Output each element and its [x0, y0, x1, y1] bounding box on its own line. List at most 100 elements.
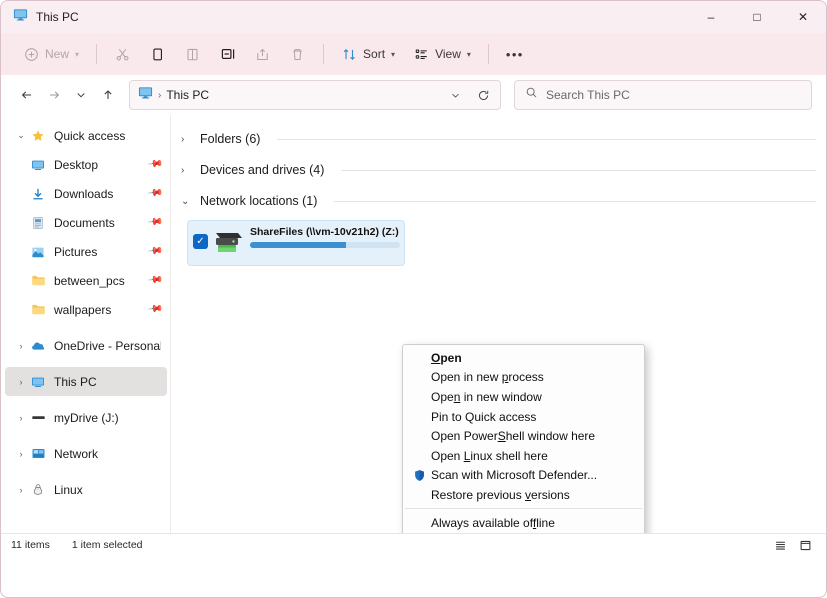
- network-drive-tile[interactable]: ✓ ShareFiles (\\vm-10v21h2) (Z:): [187, 220, 405, 266]
- address-bar-actions: [442, 82, 496, 108]
- search-input[interactable]: [546, 88, 801, 102]
- group-rule: [277, 138, 816, 140]
- paste-icon: [184, 46, 201, 63]
- refresh-button[interactable]: [470, 82, 496, 108]
- chevron-down-icon: ▾: [391, 49, 396, 59]
- group-header-network-locations[interactable]: ⌄ Network locations (1): [181, 188, 816, 214]
- sidebar-item-onedrive[interactable]: › OneDrive - Personal: [5, 331, 167, 360]
- linux-penguin-icon: [29, 483, 47, 497]
- menu-item-label: Open: [431, 350, 462, 365]
- forward-button[interactable]: [42, 81, 67, 109]
- group-header-devices-and-drives[interactable]: › Devices and drives (4): [181, 157, 816, 183]
- sidebar-item-pictures[interactable]: Pictures 📌: [5, 237, 167, 266]
- chevron-right-icon[interactable]: ›: [13, 485, 29, 495]
- new-button[interactable]: New ▾: [15, 39, 87, 69]
- sidebar-item-label: Quick access: [54, 128, 126, 143]
- group-label: Network locations (1): [200, 194, 318, 208]
- chevron-down-icon[interactable]: ⌄: [181, 196, 193, 207]
- copy-button[interactable]: [141, 39, 174, 69]
- group-label: Folders (6): [200, 132, 261, 146]
- maximize-button[interactable]: □: [734, 1, 780, 33]
- network-drive-icon: [212, 231, 244, 258]
- chevron-right-icon[interactable]: ›: [181, 134, 193, 145]
- paste-button[interactable]: [176, 39, 209, 69]
- menu-item-open-linux-shell-here[interactable]: Open Linux shell here: [403, 446, 644, 466]
- chevron-down-icon[interactable]: ⌄: [13, 130, 29, 141]
- address-bar-row: › This PC: [1, 75, 826, 115]
- title-bar-left: This PC: [1, 7, 79, 27]
- sidebar-item-desktop[interactable]: Desktop 📌: [5, 150, 167, 179]
- documents-icon: [29, 216, 47, 230]
- breadcrumb[interactable]: This PC: [166, 88, 209, 102]
- delete-button[interactable]: [281, 39, 314, 69]
- group-header-folders[interactable]: › Folders (6): [181, 126, 816, 152]
- menu-item-label: Open in new window: [431, 389, 542, 404]
- delete-trash-icon: [289, 46, 306, 63]
- see-more-button[interactable]: •••: [498, 39, 532, 69]
- onedrive-cloud-icon: [29, 338, 47, 353]
- menu-item-open-in-new-window[interactable]: Open in new window: [403, 387, 644, 407]
- address-dropdown-button[interactable]: [442, 82, 468, 108]
- capacity-bar: [250, 242, 400, 248]
- sidebar-item-downloads[interactable]: Downloads 📌: [5, 179, 167, 208]
- menu-item-open[interactable]: Open: [403, 348, 644, 368]
- recent-locations-button[interactable]: [69, 81, 94, 109]
- sidebar-item-between-pcs[interactable]: between_pcs 📌: [5, 266, 167, 295]
- folder-icon: [29, 302, 47, 317]
- share-button[interactable]: [246, 39, 279, 69]
- tile-checkbox[interactable]: ✓: [193, 234, 208, 249]
- sidebar-item-documents[interactable]: Documents 📌: [5, 208, 167, 237]
- see-more-icon: •••: [505, 46, 524, 62]
- sidebar-item-this-pc[interactable]: › This PC: [5, 367, 167, 396]
- large-icons-view-icon[interactable]: [794, 536, 816, 554]
- tile-info: ShareFiles (\\vm-10v21h2) (Z:): [250, 225, 400, 261]
- group-label: Devices and drives (4): [200, 163, 325, 177]
- sidebar-item-label: Pictures: [54, 244, 98, 259]
- sidebar-item-quick-access[interactable]: ⌄ Quick access: [5, 121, 167, 150]
- title-bar: This PC – □ ✕: [1, 1, 826, 33]
- chevron-down-icon: ▾: [75, 49, 80, 59]
- chevron-right-icon[interactable]: ›: [13, 341, 29, 351]
- chevron-right-icon[interactable]: ›: [13, 377, 29, 387]
- menu-item-scan-with-microsoft-defender[interactable]: Scan with Microsoft Defender...: [403, 466, 644, 486]
- menu-item-open-in-new-process[interactable]: Open in new process: [403, 368, 644, 388]
- menu-item-always-available-offline[interactable]: Always available offline: [403, 513, 644, 533]
- menu-item-label: Pin to Quick access: [431, 409, 537, 424]
- chevron-right-icon[interactable]: ›: [181, 165, 193, 176]
- menu-item-pin-to-start[interactable]: Pin to Start: [403, 532, 644, 533]
- details-view-icon[interactable]: [769, 536, 791, 554]
- sort-button[interactable]: Sort ▾: [333, 39, 403, 69]
- close-button[interactable]: ✕: [780, 1, 826, 33]
- menu-item-restore-previous-versions[interactable]: Restore previous versions: [403, 485, 644, 505]
- menu-item-open-powershell-window-here[interactable]: Open PowerShell window here: [403, 426, 644, 446]
- sort-icon: [341, 46, 358, 63]
- sidebar-item-network[interactable]: › Network: [5, 439, 167, 468]
- minimize-button[interactable]: –: [688, 1, 734, 33]
- network-icon: [29, 446, 47, 461]
- capacity-bar-fill: [250, 242, 346, 248]
- downloads-icon: [29, 187, 47, 201]
- search-box[interactable]: [514, 80, 812, 110]
- menu-item-pin-to-quick-access[interactable]: Pin to Quick access: [403, 407, 644, 427]
- back-button[interactable]: [15, 81, 40, 109]
- pin-icon: 📌: [146, 301, 164, 318]
- group-rule: [334, 200, 816, 202]
- view-button[interactable]: View ▾: [405, 39, 479, 69]
- command-toolbar: New ▾ Sort ▾ View ▾ •••: [1, 33, 826, 75]
- this-pc-monitor-icon: [138, 85, 153, 105]
- up-button[interactable]: [95, 81, 120, 109]
- sidebar-item-mydrive[interactable]: › myDrive (J:): [5, 403, 167, 432]
- sidebar-item-wallpapers[interactable]: wallpapers 📌: [5, 295, 167, 324]
- sidebar-item-linux[interactable]: › Linux: [5, 475, 167, 504]
- sidebar-item-label: Linux: [54, 482, 83, 497]
- cut-button[interactable]: [106, 39, 139, 69]
- chevron-right-icon[interactable]: ›: [13, 449, 29, 459]
- search-icon: [525, 86, 538, 104]
- address-bar[interactable]: › This PC: [129, 80, 501, 110]
- view-list-icon: [413, 46, 430, 63]
- chevron-right-icon[interactable]: ›: [13, 413, 29, 423]
- file-explorer-window: This PC – □ ✕ New ▾ Sort ▾ View ▾ ••• › …: [0, 0, 827, 598]
- sidebar-item-label: wallpapers: [54, 302, 112, 317]
- share-icon: [254, 46, 271, 63]
- rename-button[interactable]: [211, 39, 244, 69]
